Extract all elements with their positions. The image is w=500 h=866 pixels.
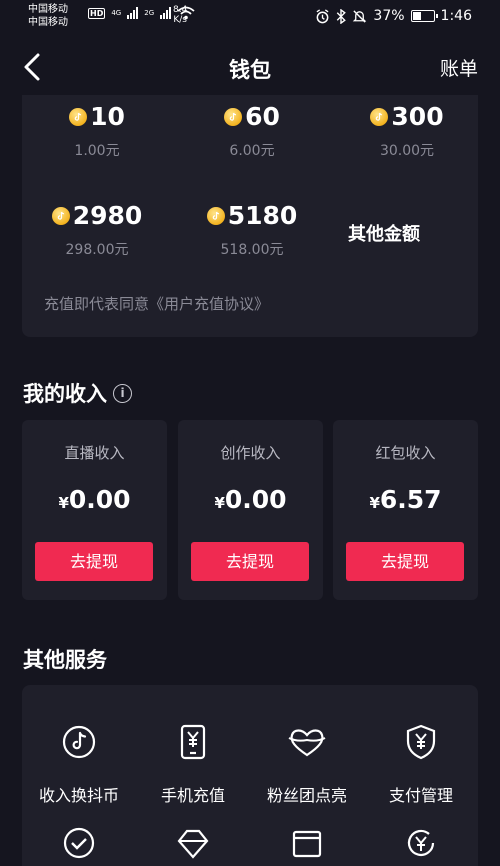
coin-icon (370, 108, 389, 126)
income-amount: 0.00 (224, 485, 287, 514)
coin-icon (224, 108, 243, 126)
carrier-info: 中国移动 中国移动 (28, 3, 68, 29)
diamond-icon (177, 829, 209, 859)
income-title: 我的收入 (23, 382, 107, 406)
mute-bell-icon (353, 9, 367, 23)
package-price: 6.00元 (229, 143, 275, 159)
service-row2-item[interactable] (250, 825, 364, 861)
package-amount: 60 (224, 102, 280, 132)
income-amount: 6.57 (379, 485, 442, 514)
recharge-package[interactable]: 300 30.00元 (332, 102, 482, 160)
yuan-refresh-icon (407, 829, 435, 856)
carrier-2: 中国移动 (28, 17, 68, 28)
income-section-title: 我的收入 i (23, 378, 132, 408)
recharge-card: 10 1.00元 60 6.00元 300 30.00元 2980 298.00… (22, 95, 478, 337)
battery-percent: 37% (373, 8, 405, 24)
withdraw-button[interactable]: 去提现 (191, 542, 309, 581)
clock: 1:46 (440, 8, 472, 24)
signal-icon (127, 7, 139, 19)
battery-icon (410, 10, 438, 22)
package-amount: 2980 (51, 201, 143, 231)
tiktok-note-icon (59, 722, 99, 762)
services-title: 其他服务 (23, 648, 107, 672)
coin-count: 10 (90, 102, 125, 131)
income-card-creation: 创作收入 ¥0.00 去提现 (178, 420, 323, 600)
nav-bar: 钱包 账单 (0, 34, 500, 100)
service-income-to-coins[interactable]: 收入换抖币 (22, 722, 136, 806)
income-label: 直播收入 (64, 444, 125, 462)
recharge-package[interactable]: 5180 518.00元 (177, 201, 327, 259)
income-value: ¥6.57 (333, 485, 478, 514)
recharge-agreement-link[interactable]: 充值即代表同意《用户充值协议》 (44, 293, 269, 314)
coin-count: 2980 (72, 201, 143, 230)
service-phone-topup[interactable]: 手机充值 (136, 722, 250, 806)
services-section-title: 其他服务 (23, 644, 107, 674)
service-row2-item[interactable] (364, 825, 478, 861)
net-speed-value: 8.4 (173, 5, 188, 15)
page-title: 钱包 (229, 58, 271, 82)
service-row2-item[interactable] (22, 825, 136, 861)
card-icon (292, 830, 322, 858)
network-gen-2: 2G (144, 9, 155, 17)
service-label: 支付管理 (388, 786, 453, 805)
net-speed-unit: K/s (173, 15, 187, 25)
package-price: 30.00元 (379, 143, 435, 159)
currency-symbol: ¥ (214, 494, 225, 512)
carrier-1: 中国移动 (28, 4, 68, 15)
income-card-live: 直播收入 ¥0.00 去提现 (22, 420, 167, 600)
alarm-icon (316, 8, 329, 23)
income-value: ¥0.00 (22, 485, 167, 514)
package-price: 518.00元 (220, 242, 284, 258)
service-row2-item[interactable] (136, 825, 250, 861)
income-value: ¥0.00 (178, 485, 323, 514)
hd-badge: HD (88, 7, 106, 19)
coin-icon (69, 108, 88, 126)
bill-link[interactable]: 账单 (440, 54, 478, 81)
package-price: 298.00元 (65, 242, 129, 258)
service-label: 粉丝团点亮 (266, 786, 347, 805)
signal-icon-2 (160, 7, 172, 19)
service-label: 手机充值 (160, 786, 225, 805)
bluetooth-icon (337, 8, 347, 24)
coin-count: 300 (391, 102, 444, 131)
coin-count: 60 (245, 102, 280, 131)
currency-symbol: ¥ (58, 494, 69, 512)
info-icon[interactable]: i (113, 383, 132, 403)
income-amount: 0.00 (68, 485, 131, 514)
currency-symbol: ¥ (369, 494, 380, 512)
service-payment-management[interactable]: 支付管理 (364, 722, 478, 806)
income-label: 红包收入 (375, 444, 436, 462)
recharge-package[interactable]: 60 6.00元 (177, 102, 327, 160)
fan-heart-icon (287, 722, 327, 762)
shield-yuan-icon (401, 722, 441, 762)
package-amount: 10 (69, 102, 125, 132)
coin-icon (51, 207, 70, 225)
recharge-package[interactable]: 2980 298.00元 (22, 201, 172, 259)
status-bar: 中国移动 中国移动 HD 4G 2G 8.4 K/s 37% 1:46 (0, 0, 500, 34)
income-label: 创作收入 (220, 444, 281, 462)
status-right: 37% 1:46 (315, 8, 472, 24)
withdraw-button[interactable]: 去提现 (35, 542, 153, 581)
withdraw-button[interactable]: 去提现 (346, 542, 464, 581)
package-amount: 300 (370, 102, 444, 132)
income-card-redpacket: 红包收入 ¥6.57 去提现 (333, 420, 478, 600)
phone-yuan-icon (173, 722, 213, 762)
service-fan-club[interactable]: 粉丝团点亮 (250, 722, 364, 806)
net-speed: 8.4 K/s (173, 5, 187, 25)
package-price: 1.00元 (74, 143, 120, 159)
coin-icon (206, 207, 225, 225)
coin-count: 5180 (227, 201, 298, 230)
other-amount-button[interactable]: 其他金额 (334, 220, 434, 246)
services-card: 收入换抖币 手机充值 粉丝团点亮 支付管理 (22, 685, 478, 866)
service-label: 收入换抖币 (38, 786, 119, 805)
package-amount: 5180 (206, 201, 298, 231)
check-badge-icon (63, 827, 95, 859)
recharge-package[interactable]: 10 1.00元 (22, 102, 172, 160)
network-gen-1: 4G (111, 9, 122, 17)
